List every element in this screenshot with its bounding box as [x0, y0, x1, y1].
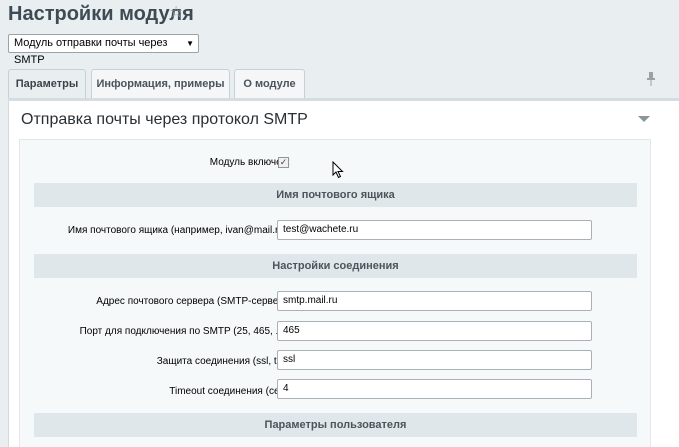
smtp-server-input[interactable]: smtp.mail.ru	[277, 291, 592, 311]
mailbox-name-input[interactable]: test@wachete.ru	[277, 220, 592, 240]
group-header-mailbox: Имя почтового ящика	[34, 183, 637, 207]
page-title: Настройки модуля	[8, 3, 194, 25]
section-title: Отправка почты через протокол SMTP	[21, 111, 308, 128]
tab-info-examples[interactable]: Информация, примеры	[91, 69, 230, 98]
smtp-port-input[interactable]: 465	[277, 321, 592, 341]
smtp-server-label: Адрес почтового сервера (SMTP-сервер):	[96, 296, 290, 307]
timeout-label: Timeout соединения (сек):	[169, 386, 290, 397]
pin-icon[interactable]	[645, 72, 657, 86]
module-select[interactable]: Модуль отправки почты через SMTP ▼	[8, 34, 199, 66]
star-icon[interactable]: ☆	[169, 5, 185, 21]
chevron-down-icon[interactable]	[638, 116, 650, 122]
smtp-port-label: Порт для подключения по SMTP (25, 465, .…	[79, 326, 290, 337]
group-header-connection: Настройки соединения	[34, 254, 637, 278]
mouse-cursor-icon	[332, 161, 344, 179]
module-select-value: Модуль отправки почты через SMTP	[14, 37, 168, 66]
group-header-user: Параметры пользователя	[34, 413, 637, 437]
tab-about-module[interactable]: О модуле	[234, 69, 305, 98]
timeout-input[interactable]: 4	[277, 379, 592, 399]
mailbox-name-label: Имя почтового ящика (например, ivan@mail…	[67, 225, 290, 236]
security-label: Защита соединения (ssl, tls):	[156, 356, 290, 367]
settings-form: Модуль включен: ✓ Имя почтового ящика Им…	[19, 139, 651, 447]
dropdown-arrow-icon: ▼	[186, 39, 194, 48]
module-enabled-checkbox[interactable]: ✓	[278, 157, 289, 168]
security-input[interactable]: ssl	[277, 350, 592, 370]
settings-panel: Отправка почты через протокол SMTP Модул…	[8, 101, 679, 447]
tab-parameters[interactable]: Параметры	[8, 69, 86, 99]
